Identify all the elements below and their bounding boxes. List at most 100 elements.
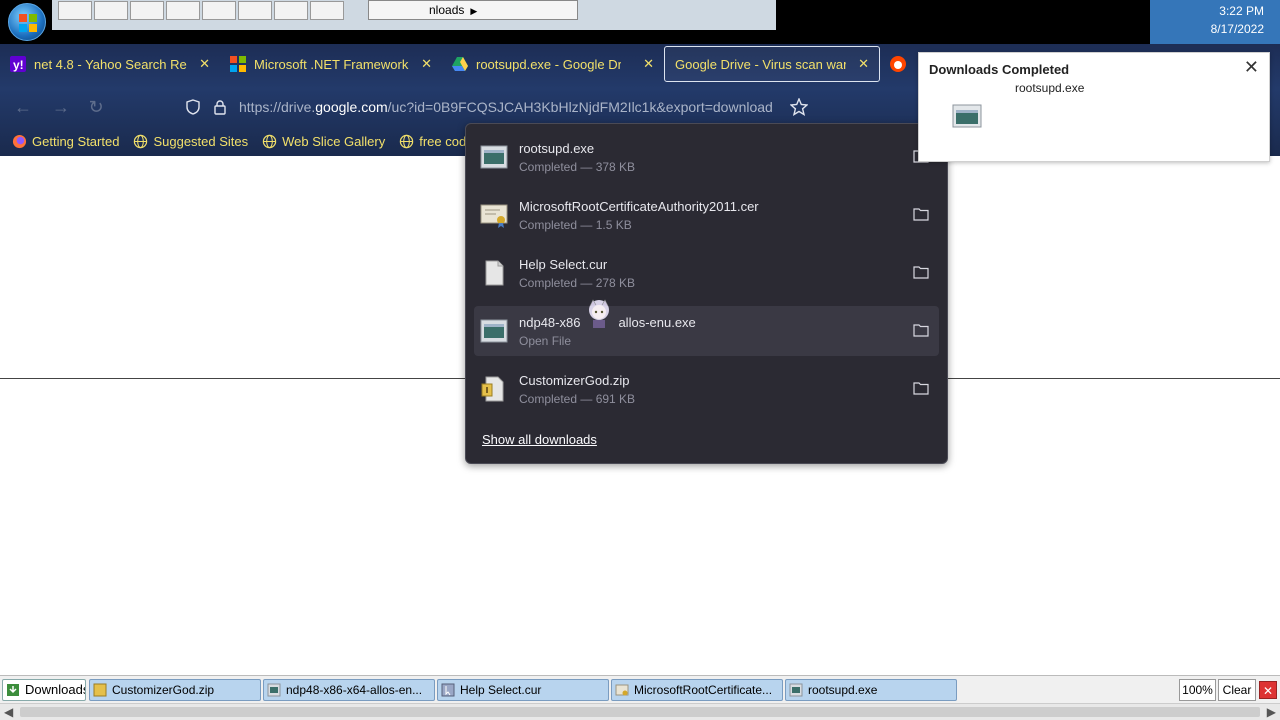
quick-launch-item[interactable]: [130, 1, 164, 20]
download-filename: CustomizerGod.zip: [519, 373, 630, 388]
tracking-protection-shield-icon[interactable]: [185, 99, 201, 115]
os-taskbar-top: nloads ▶ 3:22 PM 8/17/2022: [0, 0, 1280, 44]
quick-launch-item[interactable]: [310, 1, 344, 20]
exe-file-icon: [480, 319, 508, 343]
folder-icon[interactable]: [913, 381, 929, 395]
download-filename: MicrosoftRootCertificateAuthority2011.ce…: [519, 199, 759, 214]
url-host: google.com: [315, 99, 388, 115]
quick-launch-item[interactable]: [202, 1, 236, 20]
download-bar-item[interactable]: ndp48-x86-x64-allos-en...: [263, 679, 435, 701]
quick-launch-item[interactable]: [238, 1, 272, 20]
folder-icon[interactable]: [913, 323, 929, 337]
bookmark-label: Getting Started: [32, 133, 120, 149]
scroll-left-icon[interactable]: ◀: [4, 705, 13, 719]
exe-file-icon[interactable]: [952, 103, 982, 129]
tab-yahoo-search[interactable]: y! net 4.8 - Yahoo Search Results ✕: [0, 46, 220, 82]
svg-text:y!: y!: [13, 58, 24, 72]
scrollbar-thumb[interactable]: [20, 707, 1260, 717]
download-filename: rootsupd.exe: [519, 141, 595, 156]
system-clock[interactable]: 3:22 PM 8/17/2022: [1150, 0, 1280, 44]
tab-label: Microsoft .NET Framework 4.8: [254, 56, 409, 72]
notification-title: Downloads Completed: [929, 62, 1070, 77]
cursor-file-icon: [441, 683, 455, 697]
scroll-right-icon[interactable]: ▶: [1267, 705, 1276, 719]
zip-file-icon: [93, 683, 107, 697]
download-bar-item[interactable]: Help Select.cur: [437, 679, 609, 701]
generic-file-icon: [485, 260, 504, 286]
filename-part: allos-enu.exe: [618, 315, 696, 330]
quick-launch-item[interactable]: [94, 1, 128, 20]
bookmark-label: Suggested Sites: [153, 133, 249, 149]
reload-icon[interactable]: ↻: [85, 96, 107, 118]
quick-launch-item[interactable]: [274, 1, 308, 20]
downloads-menu-label: nloads: [429, 3, 465, 17]
download-bar-item[interactable]: MicrosoftRootCertificate...: [611, 679, 783, 701]
bookmark-star-icon[interactable]: [790, 98, 808, 116]
downloads-button-label: Downloads: [25, 682, 86, 697]
globe-icon: [400, 134, 414, 148]
close-tab-icon[interactable]: ✕: [199, 56, 210, 72]
download-item-rootsupd[interactable]: rootsupd.exe Completed — 378 KB: [474, 132, 939, 182]
download-bar-item-label: MicrosoftRootCertificate...: [634, 683, 773, 697]
tab-google-drive-file[interactable]: rootsupd.exe - Google Drive ✕: [442, 46, 664, 82]
clock-time: 3:22 PM: [1219, 4, 1264, 18]
download-status: Completed — 278 KB: [519, 276, 636, 290]
download-status: Completed — 691 KB: [519, 392, 636, 406]
downloads-panel: rootsupd.exe Completed — 378 KB Microsof…: [465, 123, 948, 464]
back-arrow-icon[interactable]: ←: [12, 96, 34, 118]
close-tab-icon[interactable]: ✕: [643, 56, 654, 72]
notification-filename[interactable]: rootsupd.exe: [1015, 81, 1084, 95]
downloads-button[interactable]: Downloads: [2, 679, 86, 701]
close-icon[interactable]: ✕: [1259, 681, 1277, 699]
forward-arrow-icon[interactable]: →: [50, 96, 72, 118]
tab-virus-scan-warning[interactable]: Google Drive - Virus scan warning ✕: [664, 46, 880, 82]
show-all-downloads-link[interactable]: Show all downloads: [482, 432, 597, 447]
quick-launch-item[interactable]: [166, 1, 200, 20]
download-item-certificate[interactable]: MicrosoftRootCertificateAuthority2011.ce…: [474, 190, 939, 240]
quick-launch-item[interactable]: [58, 1, 92, 20]
lock-icon[interactable]: [212, 99, 228, 115]
bookmark-web-slice-gallery[interactable]: Web Slice Gallery: [262, 134, 385, 149]
horizontal-scrollbar[interactable]: ◀ ▶: [0, 703, 1280, 720]
zoom-level[interactable]: 100%: [1179, 679, 1216, 701]
url-text: https://drive.google.com/uc?id=0B9FCQSJC…: [239, 92, 773, 122]
address-bar[interactable]: https://drive.google.com/uc?id=0B9FCQSJC…: [180, 92, 820, 122]
tab-reddit[interactable]: N: [880, 46, 920, 82]
close-tab-icon[interactable]: ✕: [421, 56, 432, 72]
download-item-ndp48[interactable]: ndp48-x86 allos-enu.exe Open File: [474, 299, 939, 356]
download-bar-item[interactable]: rootsupd.exe: [785, 679, 957, 701]
certificate-file-icon: [480, 204, 508, 228]
globe-icon: [262, 134, 277, 148]
windows-logo-icon: [19, 14, 37, 32]
folder-icon[interactable]: [913, 265, 929, 279]
clear-button[interactable]: Clear: [1218, 679, 1256, 701]
close-icon[interactable]: ✕: [1244, 57, 1259, 78]
downloads-completed-notification: Downloads Completed ✕ rootsupd.exe: [918, 52, 1270, 162]
close-tab-icon[interactable]: ✕: [858, 56, 869, 72]
downloads-menu-item[interactable]: nloads ▶: [368, 0, 578, 20]
anime-sticker-icon: [589, 299, 609, 328]
download-item-customizergod[interactable]: CustomizerGod.zip Completed — 691 KB: [474, 364, 939, 414]
clock-date: 8/17/2022: [1210, 22, 1264, 36]
start-button[interactable]: [8, 3, 46, 41]
bookmark-getting-started[interactable]: Getting Started: [12, 134, 119, 149]
folder-icon[interactable]: [913, 207, 929, 221]
download-item-help-select[interactable]: Help Select.cur Completed — 278 KB: [474, 248, 939, 298]
tab-strip: y! net 4.8 - Yahoo Search Results ✕ Micr…: [0, 44, 920, 84]
exe-file-icon: [789, 683, 803, 697]
download-bar: Downloads CustomizerGod.zip ndp48-x86-x6…: [0, 675, 1280, 703]
download-bar-item-label: CustomizerGod.zip: [112, 683, 215, 697]
exe-file-icon: [480, 145, 508, 169]
tab-label: net 4.8 - Yahoo Search Results: [34, 56, 187, 72]
download-bar-item-label: rootsupd.exe: [808, 683, 878, 697]
reddit-icon: [890, 56, 906, 72]
url-suffix: /uc?id=0B9FCQSJCAH3KbHlzNjdFM2Ilc1k&expo…: [387, 99, 773, 115]
bookmark-free-code[interactable]: free code: [399, 134, 473, 149]
certificate-file-icon: [615, 684, 629, 696]
bookmark-suggested-sites[interactable]: Suggested Sites: [133, 134, 248, 149]
download-bar-item[interactable]: CustomizerGod.zip: [89, 679, 261, 701]
bookmarks-toolbar: Getting Started Suggested Sites Web Slic…: [0, 128, 473, 154]
download-bar-item-label: Help Select.cur: [460, 683, 542, 697]
tab-microsoft-net[interactable]: Microsoft .NET Framework 4.8 ✕: [220, 46, 442, 82]
submenu-arrow-icon: ▶: [470, 6, 478, 16]
